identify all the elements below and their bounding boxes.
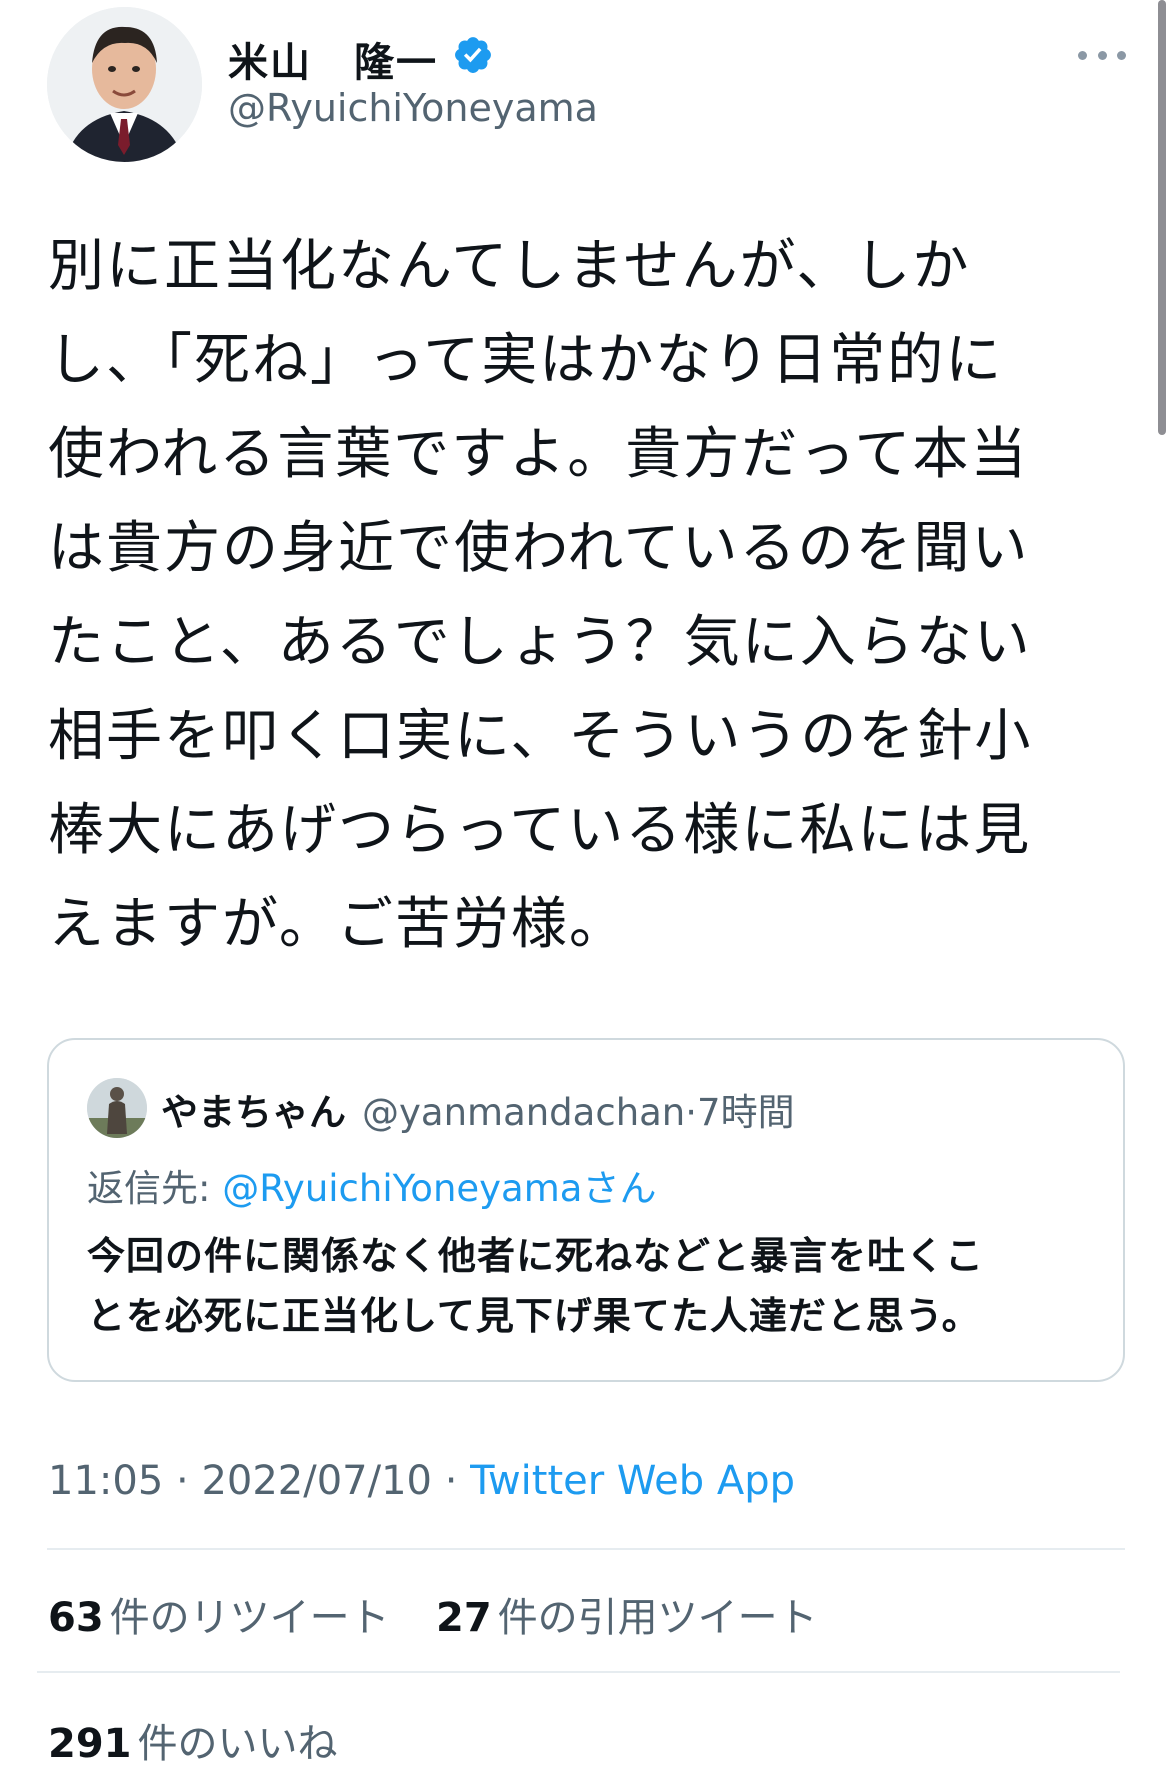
quoted-author-avatar xyxy=(87,1078,147,1138)
tweet-line: 使われる言葉ですよ。貴方だって本当 xyxy=(48,422,1029,487)
tweet-line: は貴方の身近で使われているのを聞い xyxy=(48,516,1030,581)
tweet-text: 別に正当化なんてしませんが、しか し、「死ね」って実はかなり日常的に 使われる言… xyxy=(48,220,1123,972)
quoted-author-handle[interactable]: @yanmandachan xyxy=(362,1091,685,1134)
quoted-tweet-header: やまちゃん @yanmandachan·7時間 xyxy=(161,1082,795,1136)
quoted-tweet-text: 今回の件に関係なく他者に死ねなどと暴言を吐くこ とを必死に正当化して見下げ果てた… xyxy=(87,1226,1097,1346)
verified-badge-icon xyxy=(455,37,491,73)
quoted-tweet-time: 7時間 xyxy=(697,1091,795,1134)
retweets-stat[interactable]: 63 件のリツイート xyxy=(48,1585,390,1643)
tweet-line: 相手を叩く口実に、そういうのを針小 xyxy=(48,704,1033,769)
tweet-time[interactable]: 11:05 xyxy=(48,1458,163,1504)
retweets-count: 63 xyxy=(48,1595,104,1641)
meta-separator: · xyxy=(431,1458,471,1504)
divider xyxy=(47,1548,1125,1550)
user-photo-icon xyxy=(47,7,202,162)
statue-photo-icon xyxy=(87,1078,147,1138)
quoted-tweet-card[interactable]: やまちゃん @yanmandachan·7時間 返信先: @RyuichiYone… xyxy=(47,1038,1125,1382)
likes-label: 件のいいね xyxy=(137,1721,338,1767)
tweet-date[interactable]: 2022/07/10 xyxy=(201,1458,432,1504)
header-separator: · xyxy=(685,1091,698,1134)
author-avatar[interactable] xyxy=(47,7,202,162)
quotes-label: 件の引用ツイート xyxy=(497,1595,818,1641)
retweets-label: 件のリツイート xyxy=(109,1595,390,1641)
quoted-line: 今回の件に関係なく他者に死ねなどと暴言を吐くこ xyxy=(87,1234,985,1278)
reply-to-line: 返信先: @RyuichiYoneyamaさん xyxy=(87,1158,656,1212)
reply-label: 返信先: xyxy=(87,1167,211,1210)
tweet-line: えますが。ご苦労様。 xyxy=(48,892,627,957)
author-display-name[interactable]: 米山 隆一 xyxy=(228,30,438,88)
reply-mention-link[interactable]: @RyuichiYoneyamaさん xyxy=(222,1167,656,1210)
quoted-author-name[interactable]: やまちゃん xyxy=(161,1091,346,1134)
quoted-line: とを必死に正当化して見下げ果てた人達だと思う。 xyxy=(87,1294,981,1338)
scrollbar-thumb[interactable] xyxy=(1158,0,1166,435)
tweet-line: たこと、あるでしょう？気に入らない xyxy=(48,610,1032,675)
tweet-line: 別に正当化なんてしませんが、しか xyxy=(48,234,971,299)
tweet-meta: 11:05 · 2022/07/10 · Twitter Web App xyxy=(48,1458,795,1504)
tweet-line: し、「死ね」って実はかなり日常的に xyxy=(48,328,1004,393)
tweet-source-link[interactable]: Twitter Web App xyxy=(470,1458,795,1504)
author-handle[interactable]: @RyuichiYoneyama xyxy=(228,86,598,130)
more-options-icon[interactable] xyxy=(1078,40,1126,70)
likes-count: 291 xyxy=(48,1721,132,1767)
meta-separator: · xyxy=(163,1458,202,1504)
divider xyxy=(37,1671,1120,1673)
tweet-line: 棒大にあげつらっている様に私には見 xyxy=(48,798,1032,863)
quote-tweets-stat[interactable]: 27 件の引用ツイート xyxy=(436,1585,818,1643)
likes-stat[interactable]: 291 件のいいね xyxy=(48,1711,338,1769)
quotes-count: 27 xyxy=(436,1595,492,1641)
